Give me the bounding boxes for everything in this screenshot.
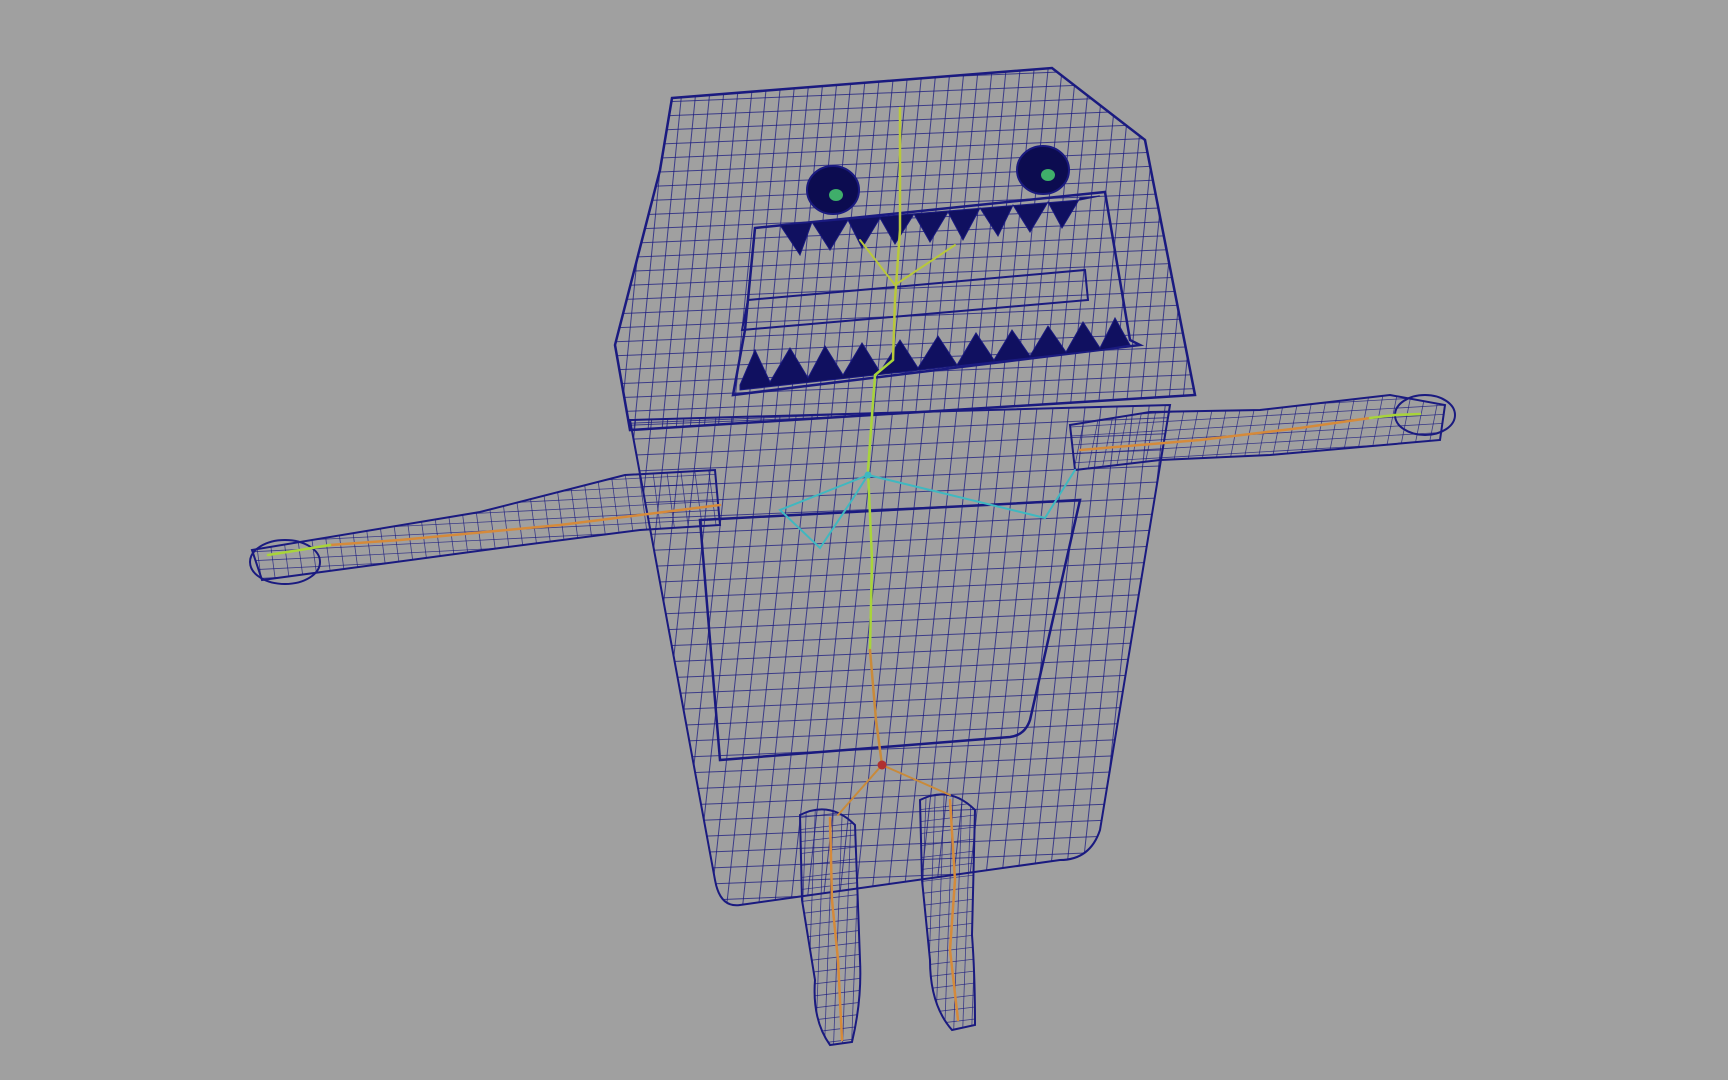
body-wire-grid [630,405,1170,906]
left-arm-mesh[interactable] [130,432,840,612]
skeleton-joints[interactable] [266,106,1422,1042]
spine-mid-bone[interactable] [866,358,895,652]
head-mesh[interactable] [460,32,1360,460]
left-leg-bone[interactable] [828,816,844,1042]
wireframe-scene[interactable] [0,0,1728,1080]
right-leg-bone[interactable] [948,798,960,1022]
right-arm-mesh[interactable] [950,362,1570,497]
head-wire-grid [615,68,1195,430]
root-joint[interactable] [877,760,887,770]
3d-viewport[interactable] [0,0,1728,1080]
right-eye [1016,145,1070,195]
chest-joint[interactable] [864,471,872,479]
left-eye [806,165,860,215]
body-mesh[interactable] [460,362,1360,942]
